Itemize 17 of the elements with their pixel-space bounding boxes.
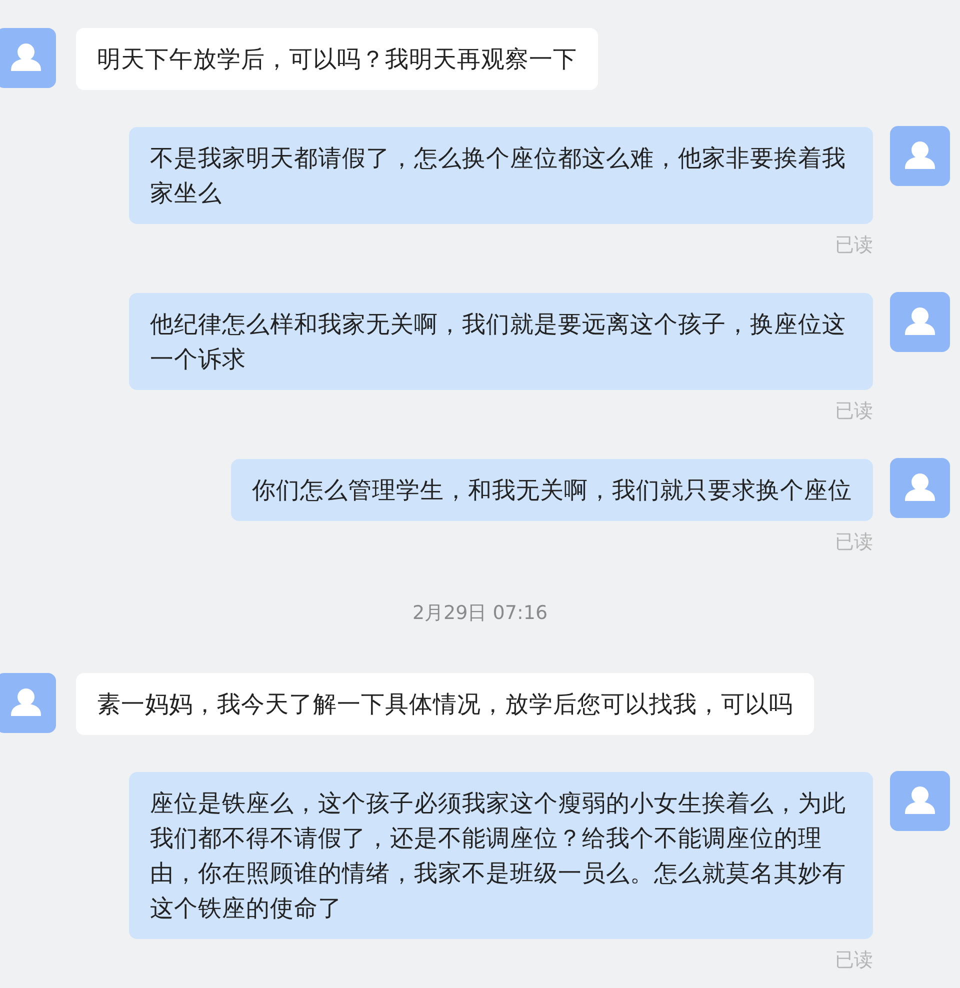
avatar-icon	[890, 771, 950, 831]
message-bubble: 他纪律怎么样和我家无关啊，我们就是要远离这个孩子，换座位这一个诉求	[129, 293, 873, 390]
avatar-icon	[0, 673, 56, 733]
timestamp: 2月29日 07:16	[412, 601, 548, 625]
read-receipt: 已读	[835, 234, 873, 256]
read-receipt: 已读	[835, 400, 873, 422]
message-bubble: 座位是铁座么，这个孩子必须我家这个瘦弱的小女生挨着么，为此我们都不得不请假了，还是不能调座位？给我个不能调座位的理由，你在照顾谁的情绪，我家不是班级一员么。怎么就莫名其妙有这个铁座的使命了	[129, 772, 873, 939]
avatar-icon	[890, 458, 950, 518]
message-bubble: 不是我家明天都请假了，怎么换个座位都这么难，他家非要挨着我家坐么	[129, 127, 873, 224]
message-bubble: 素一妈妈，我今天了解一下具体情况，放学后您可以找我，可以吗	[76, 673, 814, 735]
avatar-icon	[890, 126, 950, 186]
avatar-icon	[0, 28, 56, 88]
read-receipt: 已读	[835, 531, 873, 553]
read-receipt: 已读	[835, 949, 873, 971]
message-bubble: 你们怎么管理学生，和我无关啊，我们就只要求换个座位	[231, 459, 873, 521]
avatar-icon	[890, 292, 950, 352]
message-bubble: 明天下午放学后，可以吗？我明天再观察一下	[76, 28, 598, 90]
